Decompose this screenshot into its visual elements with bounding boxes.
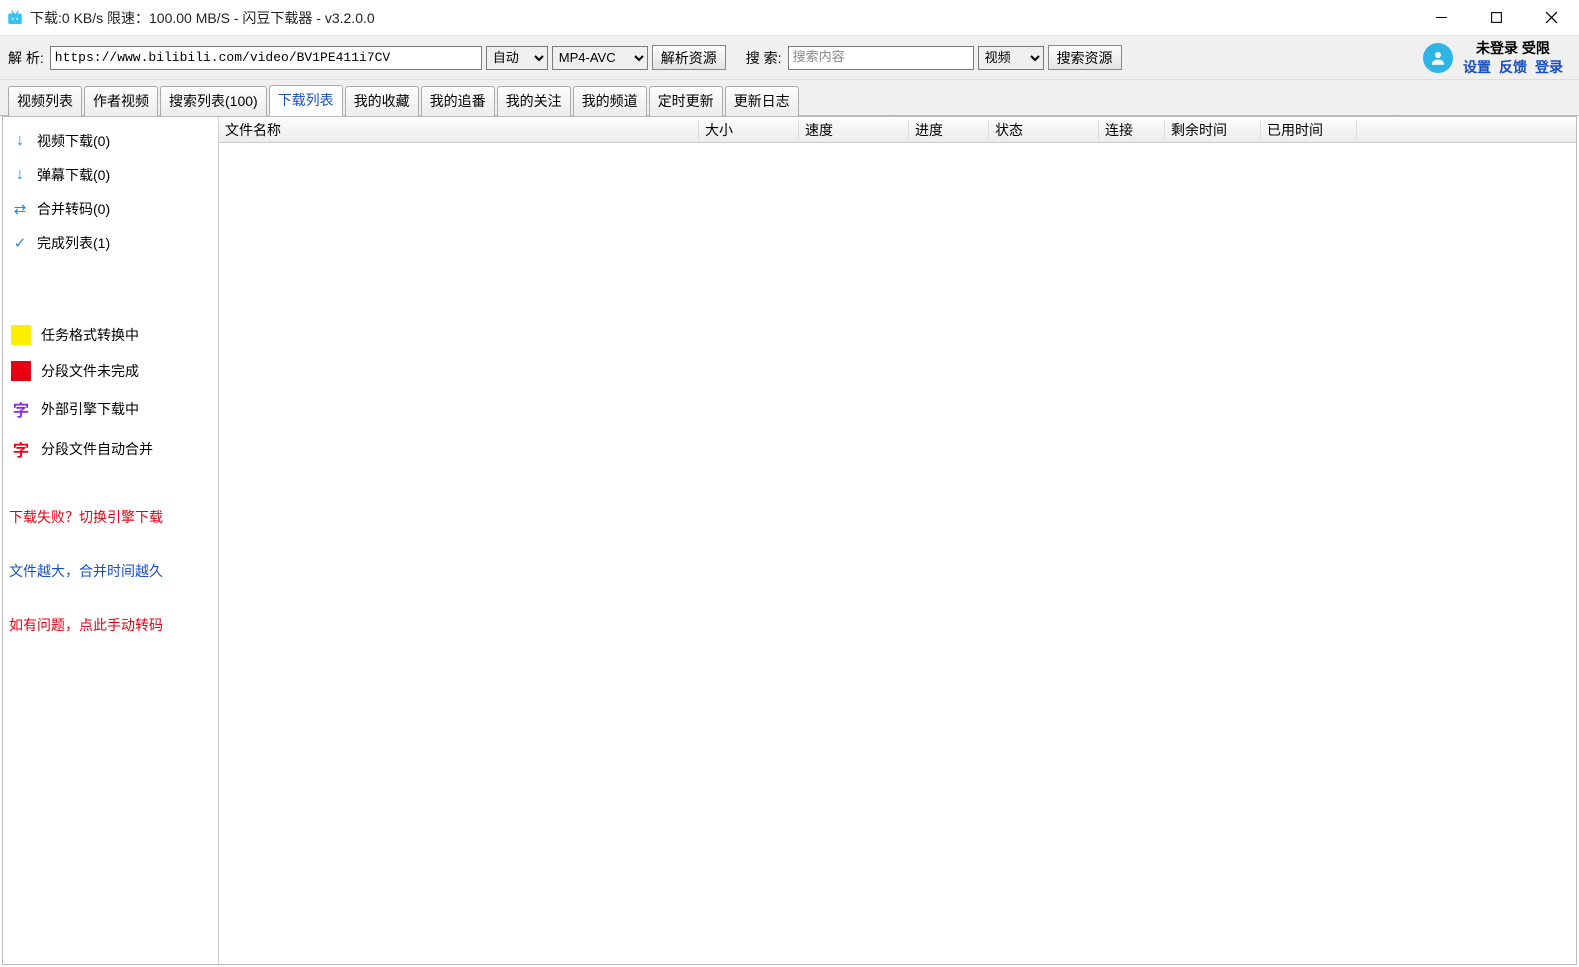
legend-label: 任务格式转换中: [41, 325, 139, 345]
legend-label: 分段文件未完成: [41, 361, 139, 381]
legend-row-auto-merge: 字 分段文件自动合并: [9, 433, 212, 465]
legend-label: 外部引擎下载中: [41, 399, 139, 419]
sidebar: ↓ 视频下载(0) ↓ 弹幕下载(0) ⇄ 合并转码(0) ✓ 完成列表(1) …: [3, 117, 219, 964]
tab-favorites[interactable]: 我的收藏: [345, 86, 419, 116]
download-arrow-icon: ↓: [11, 132, 29, 150]
search-input[interactable]: [788, 46, 974, 70]
tab-download-list[interactable]: 下载列表: [269, 85, 343, 116]
legend-row-segment-incomplete: 分段文件未完成: [9, 357, 212, 385]
toolbar: 解 析: 自动 MP4-AVC 解析资源 搜 索: 视频 搜索资源 未登录 受限…: [0, 36, 1579, 80]
tab-video-list[interactable]: 视频列表: [8, 86, 82, 116]
sidebar-item-danmaku-download[interactable]: ↓ 弹幕下载(0): [9, 159, 212, 191]
column-header-remain[interactable]: 剩余时间: [1165, 120, 1261, 140]
tab-following[interactable]: 我的关注: [497, 86, 571, 116]
login-link[interactable]: 登录: [1535, 58, 1563, 76]
swap-icon: ⇄: [11, 200, 29, 218]
column-header-speed[interactable]: 速度: [799, 120, 909, 140]
avatar-icon[interactable]: [1423, 43, 1453, 73]
format-select[interactable]: MP4-AVC: [552, 46, 648, 70]
feedback-link[interactable]: 反馈: [1499, 58, 1527, 76]
search-type-select[interactable]: 视频: [978, 46, 1044, 70]
legend-section: 任务格式转换中 分段文件未完成 字 外部引擎下载中 字 分段文件自动合并: [9, 321, 212, 465]
search-label: 搜 索:: [746, 48, 782, 68]
column-header-progress[interactable]: 进度: [909, 120, 989, 140]
legend-label: 分段文件自动合并: [41, 439, 153, 459]
column-header-filename[interactable]: 文件名称: [219, 120, 699, 140]
maximize-button[interactable]: [1469, 0, 1524, 36]
red-swatch-icon: [11, 361, 31, 381]
tip-manual-transcode[interactable]: 如有问题，点此手动转码: [9, 615, 212, 635]
column-header-size[interactable]: 大小: [699, 120, 799, 140]
char-glyph-icon: 字: [11, 397, 31, 421]
tab-channel[interactable]: 我的频道: [573, 86, 647, 116]
table-header: 文件名称 大小 速度 进度 状态 连接 剩余时间 已用时间: [219, 117, 1576, 143]
tab-bangumi[interactable]: 我的追番: [421, 86, 495, 116]
tab-search-list[interactable]: 搜索列表(100): [160, 86, 267, 116]
sidebar-item-label: 完成列表(1): [37, 233, 110, 253]
table-body: [219, 143, 1576, 964]
quality-select[interactable]: 自动: [486, 46, 548, 70]
legend-row-external-engine: 字 外部引擎下载中: [9, 393, 212, 425]
search-button[interactable]: 搜索资源: [1048, 45, 1122, 70]
legend-row-converting: 任务格式转换中: [9, 321, 212, 349]
sidebar-item-label: 合并转码(0): [37, 199, 110, 219]
url-input[interactable]: [50, 46, 482, 70]
settings-link[interactable]: 设置: [1463, 58, 1491, 76]
tip-section: 下载失败？切换引擎下载 文件越大，合并时间越久 如有问题，点此手动转码: [9, 507, 212, 635]
yellow-swatch-icon: [11, 325, 31, 345]
minimize-button[interactable]: [1414, 0, 1469, 36]
char-glyph-icon: 字: [11, 437, 31, 461]
tab-author-videos[interactable]: 作者视频: [84, 86, 158, 116]
content-area: 文件名称 大小 速度 进度 状态 连接 剩余时间 已用时间: [219, 117, 1576, 964]
title-bar: 下载:0 KB/s 限速：100.00 MB/S - 闪豆下载器 - v3.2.…: [0, 0, 1579, 36]
sidebar-item-video-download[interactable]: ↓ 视频下载(0): [9, 125, 212, 157]
column-header-status[interactable]: 状态: [989, 120, 1099, 140]
tip-switch-engine[interactable]: 下载失败？切换引擎下载: [9, 507, 212, 527]
sidebar-item-label: 弹幕下载(0): [37, 165, 110, 185]
check-icon: ✓: [11, 234, 29, 252]
window-title: 下载:0 KB/s 限速：100.00 MB/S - 闪豆下载器 - v3.2.…: [30, 8, 375, 28]
download-arrow-icon: ↓: [11, 166, 29, 184]
login-status: 未登录 受限: [1476, 39, 1550, 57]
sidebar-item-completed[interactable]: ✓ 完成列表(1): [9, 227, 212, 259]
close-button[interactable]: [1524, 0, 1579, 36]
tip-merge-time: 文件越大，合并时间越久: [9, 561, 212, 581]
sidebar-item-merge-transcode[interactable]: ⇄ 合并转码(0): [9, 193, 212, 225]
app-icon: [6, 9, 24, 27]
main-area: ↓ 视频下载(0) ↓ 弹幕下载(0) ⇄ 合并转码(0) ✓ 完成列表(1) …: [2, 116, 1577, 965]
column-header-conn[interactable]: 连接: [1099, 120, 1165, 140]
tab-changelog[interactable]: 更新日志: [725, 86, 799, 116]
sidebar-item-label: 视频下载(0): [37, 131, 110, 151]
user-area: 未登录 受限 设置 反馈 登录: [1423, 39, 1571, 75]
column-header-elapsed[interactable]: 已用时间: [1261, 120, 1357, 140]
parse-button[interactable]: 解析资源: [652, 45, 726, 70]
tab-scheduled-update[interactable]: 定时更新: [649, 86, 723, 116]
parse-label: 解 析:: [8, 48, 44, 68]
tabs-bar: 视频列表 作者视频 搜索列表(100) 下载列表 我的收藏 我的追番 我的关注 …: [0, 80, 1579, 116]
